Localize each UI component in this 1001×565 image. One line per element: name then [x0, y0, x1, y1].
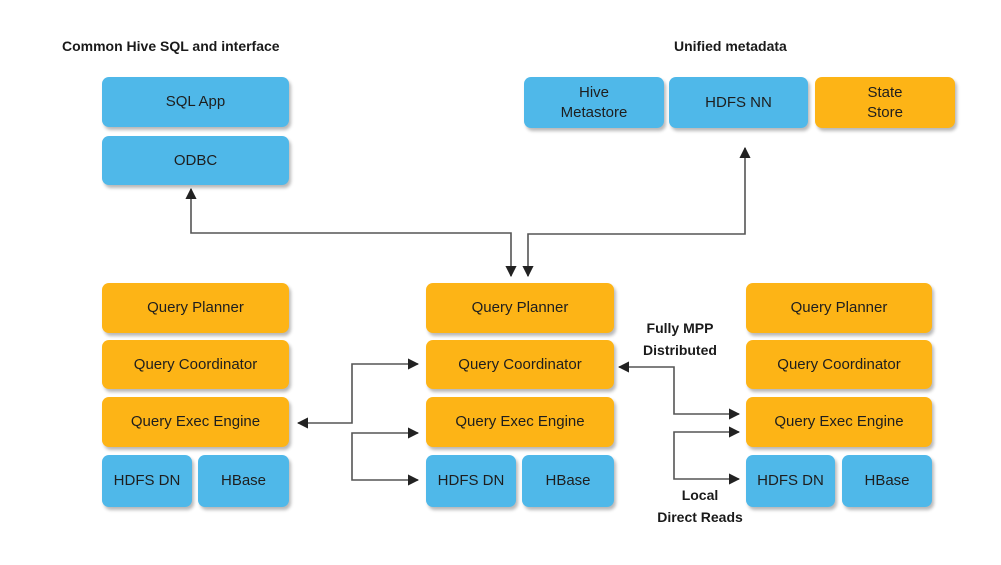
arrow-middle-exec-local	[351, 427, 420, 486]
connector-layer	[185, 146, 751, 486]
arrow-right-exec-local	[673, 426, 741, 485]
arrow-middle-coordinator-to-right-exec	[617, 361, 741, 420]
arrow-to-metadata	[522, 146, 751, 278]
arrow-left-exec-to-middle-coordinator	[296, 358, 420, 429]
arrow-to-odbc	[185, 187, 517, 278]
